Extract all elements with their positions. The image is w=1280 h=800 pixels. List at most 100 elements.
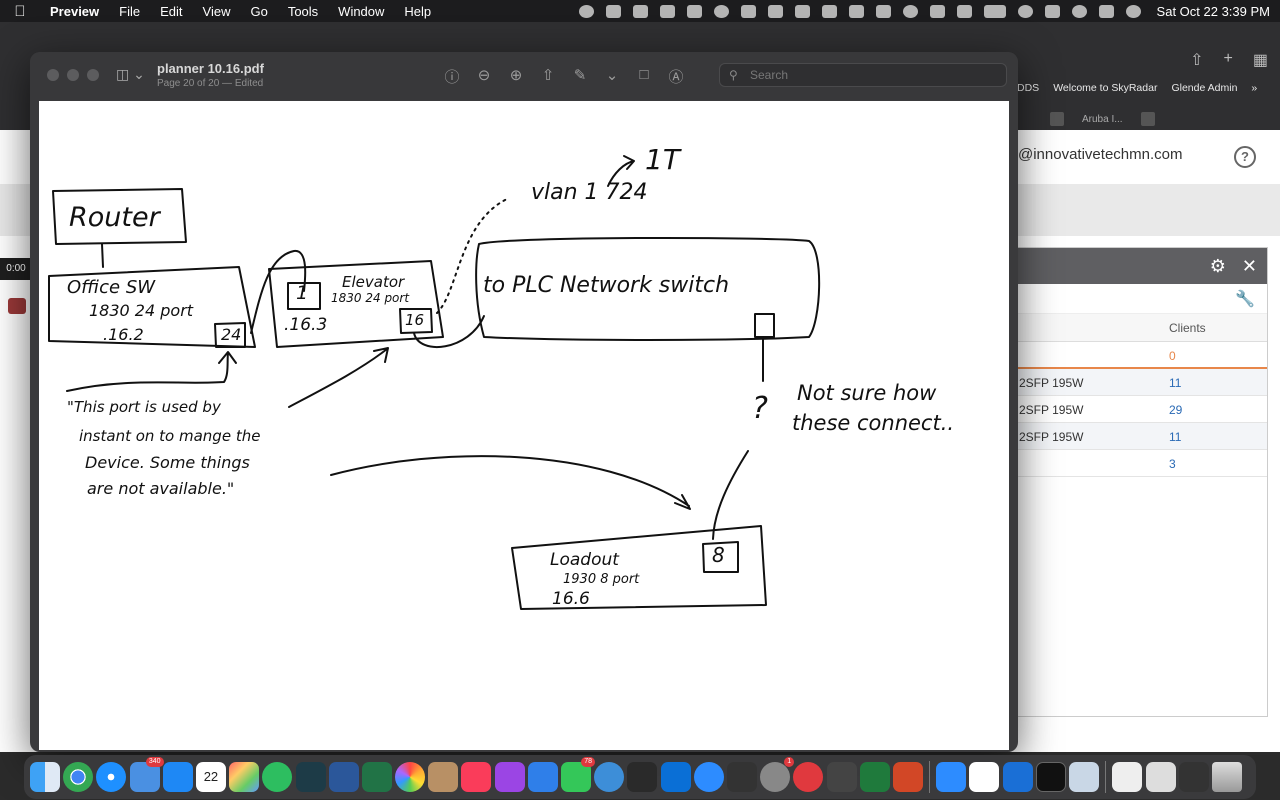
table-row[interactable]: 2SFP 195W 11 [1011,423,1267,450]
music-icon[interactable] [461,762,492,792]
minimize-window-button[interactable] [67,69,79,81]
status-app-icon[interactable] [929,4,945,18]
zoom-window-button[interactable] [87,69,99,81]
phone-icon[interactable] [859,762,890,792]
notes-icon[interactable] [627,762,658,792]
sidebar-toggle-icon[interactable]: ◫ ⌄ [116,66,148,84]
zoom-in-icon[interactable]: ⊕ [508,66,524,87]
keynote-icon[interactable] [527,762,558,792]
bookmark-skyradar[interactable]: Welcome to SkyRadar [1053,82,1157,94]
calendar-icon[interactable]: 22 [195,762,226,792]
more-dots-icon[interactable] [632,4,648,18]
preview-doc-icon[interactable] [1069,762,1099,792]
table-row[interactable]: 0 [1011,342,1267,369]
screenshot-stack-icon[interactable] [1178,762,1209,792]
gear-icon[interactable]: ⚙ [1210,256,1226,277]
status-app-icon[interactable] [713,4,729,18]
menu-tools[interactable]: Tools [278,4,328,19]
menu-edit[interactable]: Edit [150,4,192,19]
table-row[interactable]: 2SFP 195W 11 [1011,369,1267,396]
new-tab-icon[interactable]: + [1224,50,1233,70]
pdf-page[interactable]: Router Office SW 1830 24 port .16.2 24 E… [39,101,1009,750]
battery-icon[interactable] [983,4,1006,18]
photos-icon[interactable] [395,762,426,792]
apple-icon[interactable]:  [0,3,40,20]
menu-go[interactable]: Go [240,4,277,19]
remote-icon[interactable] [793,762,824,792]
zoom-out-icon[interactable]: ⊖ [476,66,492,87]
mail-icon[interactable]: 340 [129,757,164,792]
close-icon[interactable]: ✕ [1242,256,1257,277]
network-icon[interactable] [1002,762,1033,792]
status-app-icon[interactable] [848,4,864,18]
evernote-status-icon[interactable] [605,4,621,18]
close-window-button[interactable] [47,69,59,81]
safari-icon[interactable] [96,762,127,792]
word-icon[interactable] [328,762,359,792]
status-app-icon[interactable] [875,4,891,18]
powerpoint-icon[interactable] [892,762,923,792]
wrench-icon[interactable]: 🔧 [1235,289,1255,309]
status-app-icon[interactable] [659,4,675,18]
menu-window[interactable]: Window [328,4,394,19]
box-icon[interactable] [660,762,691,792]
podcasts-icon[interactable] [494,762,525,792]
chrome-icon[interactable] [63,762,94,792]
app-store-icon[interactable] [162,762,193,792]
status-app-icon[interactable] [902,4,918,18]
rotate-icon[interactable]: □ [636,66,652,87]
messages-icon[interactable]: 78 [561,757,595,792]
downloads-icon[interactable] [1145,762,1176,792]
markup-dropdown-icon[interactable]: ⌄ [604,66,620,87]
tab-favicon-icon[interactable] [1050,112,1064,126]
excel-icon[interactable] [361,762,392,792]
menu-file[interactable]: File [109,4,150,19]
menu-view[interactable]: View [193,4,241,19]
system-preferences-icon[interactable]: 1 [760,757,795,792]
markup-pen-icon[interactable]: ✎ [572,66,588,87]
menu-help[interactable]: Help [394,4,441,19]
status-app-icon[interactable] [794,4,810,18]
record-indicator-icon[interactable] [8,298,26,314]
evernote-icon[interactable] [262,762,293,792]
search-input[interactable]: ⚲ Search [719,63,1007,87]
calculator-icon[interactable] [826,762,857,792]
share-icon[interactable]: ⇧ [1190,50,1203,70]
spotlight-search-icon[interactable] [1071,4,1087,18]
table-row[interactable]: 3 [1011,450,1267,477]
contacts-icon[interactable] [428,762,459,792]
menu-clock[interactable]: Sat Oct 22 3:39 PM [1157,4,1270,19]
info-icon[interactable]: ⓘ [444,66,460,87]
terminal-alt-icon[interactable] [295,762,326,792]
tab-aruba[interactable]: Aruba I... [1082,114,1123,125]
launchpad-icon[interactable] [229,762,260,792]
help-icon[interactable]: ? [1234,146,1256,168]
status-app-icon[interactable] [767,4,783,18]
share-icon[interactable]: ⇧ [540,66,556,87]
trash-icon[interactable] [1211,762,1242,792]
menu-app-name[interactable]: Preview [40,4,109,19]
bluetooth-icon[interactable] [956,4,972,18]
document-stack-icon[interactable] [1112,762,1143,792]
status-app-icon[interactable] [686,4,702,18]
table-row[interactable]: 2SFP 195W 29 [1011,396,1267,423]
bookmark-glende-admin[interactable]: Glende Admin [1171,82,1237,94]
status-app-icon[interactable] [578,4,594,18]
wifi-icon[interactable] [1017,4,1033,18]
status-app-icon[interactable] [821,4,837,18]
finder-icon[interactable] [30,762,60,792]
tab-favicon-icon[interactable] [1140,112,1155,126]
more-bookmarks-icon[interactable]: » [1251,82,1257,94]
rm-icon[interactable] [726,762,757,792]
zoom-app-icon[interactable] [936,762,967,792]
column-clients[interactable]: Clients [1169,321,1206,335]
settings-alt-icon[interactable] [594,762,625,792]
annotate-icon[interactable]: Ⓐ [668,66,684,87]
zoom-z-icon[interactable] [693,762,724,792]
terminal-icon[interactable] [1035,762,1066,792]
siri-icon[interactable] [1125,4,1141,18]
slack-icon[interactable] [969,762,1000,792]
tab-overview-icon[interactable]: ▦ [1253,50,1268,70]
control-center-icon[interactable] [1098,4,1114,18]
status-app-icon[interactable] [740,4,756,18]
